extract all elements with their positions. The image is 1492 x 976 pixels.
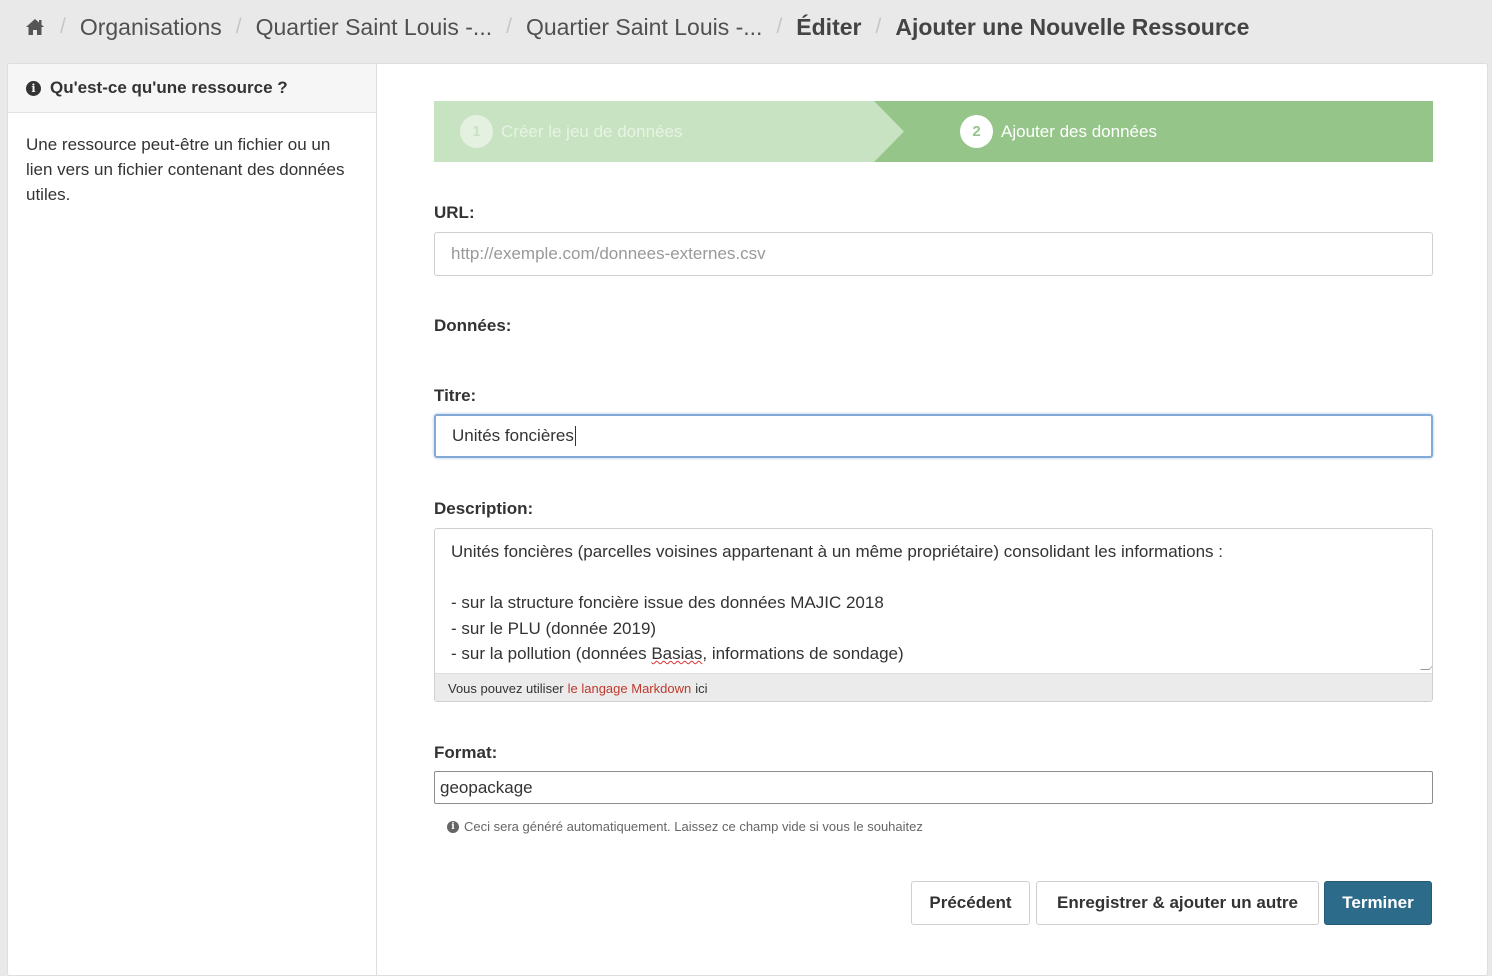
- format-hint-text: Ceci sera généré automatiquement. Laisse…: [464, 819, 923, 834]
- stage-create-dataset[interactable]: 1 Créer le jeu de données: [434, 101, 904, 162]
- stage-add-data: 2 Ajouter des données: [960, 101, 1157, 162]
- description-label: Description:: [434, 499, 534, 518]
- resize-handle[interactable]: [1420, 661, 1432, 670]
- title-input[interactable]: Unités foncières: [434, 414, 1433, 458]
- description-line: - sur la pollution (données Basias, info…: [451, 641, 1416, 667]
- sidebar: i Qu'est-ce qu'une ressource ? Une resso…: [8, 64, 377, 975]
- url-label: URL:: [434, 203, 475, 222]
- data-label: Données:: [434, 316, 512, 335]
- sidebar-description: Une ressource peut-être un fichier ou un…: [26, 135, 345, 204]
- format-input[interactable]: geopackage: [434, 771, 1433, 804]
- stage-label: Ajouter des données: [1001, 121, 1157, 141]
- breadcrumb: / Organisations / Quartier Saint Louis -…: [0, 0, 1492, 54]
- markdown-help-text: Vous pouvez utiliser: [448, 681, 564, 696]
- stage-label: Créer le jeu de données: [501, 121, 683, 141]
- misspelled-word: Basias: [651, 644, 703, 663]
- description-text: , informations de sondage): [702, 644, 904, 663]
- title-label: Titre:: [434, 386, 477, 405]
- description-line: [451, 565, 1416, 591]
- description-text: - sur la pollution (données: [451, 644, 652, 663]
- format-label: Format:: [434, 743, 498, 762]
- stage-indicator: 1 Créer le jeu de données 2 Ajouter des …: [434, 101, 1433, 162]
- save-and-add-button[interactable]: Enregistrer & ajouter un autre: [1036, 881, 1319, 925]
- previous-button[interactable]: Précédent: [911, 881, 1030, 925]
- breadcrumb-current: Ajouter une Nouvelle Ressource: [895, 13, 1250, 40]
- breadcrumb-organisation[interactable]: Quartier Saint Louis -...: [256, 14, 493, 41]
- markdown-help: Vous pouvez utiliser le langage Markdown…: [435, 673, 1432, 701]
- info-icon: i: [447, 820, 459, 833]
- breadcrumb-separator: /: [506, 15, 512, 38]
- format-hint: i Ceci sera généré automatiquement. Lais…: [447, 819, 923, 834]
- description-line: - sur la structure foncière issue des do…: [451, 593, 884, 612]
- breadcrumb-dataset[interactable]: Quartier Saint Louis -...: [526, 14, 763, 41]
- finish-button[interactable]: Terminer: [1324, 881, 1432, 925]
- breadcrumb-organisations[interactable]: Organisations: [80, 14, 222, 41]
- resource-form: 1 Créer le jeu de données 2 Ajouter des …: [434, 64, 1433, 975]
- stage-number: 2: [960, 115, 993, 148]
- sidebar-heading-text: Qu'est-ce qu'une ressource ?: [50, 78, 288, 97]
- breadcrumb-separator: /: [60, 15, 66, 38]
- home-icon[interactable]: [24, 16, 46, 38]
- info-icon: i: [26, 80, 41, 96]
- content-panel: i Qu'est-ce qu'une ressource ? Une resso…: [7, 63, 1488, 976]
- markdown-help-text: ici: [695, 681, 708, 696]
- breadcrumb-separator: /: [875, 15, 882, 38]
- markdown-link[interactable]: le langage Markdown: [568, 681, 692, 696]
- breadcrumb-separator: /: [235, 15, 242, 38]
- format-value: geopackage: [440, 777, 533, 797]
- description-textarea[interactable]: Unités foncières (parcelles voisines app…: [435, 529, 1432, 673]
- description-line: - sur le PLU (donnée 2019): [451, 618, 657, 638]
- description-field: Unités foncières (parcelles voisines app…: [434, 528, 1433, 702]
- breadcrumb-edit[interactable]: Éditer: [796, 14, 861, 41]
- title-value: Unités foncières: [452, 426, 574, 445]
- description-line: Unités foncières (parcelles voisines app…: [451, 542, 1223, 561]
- url-input[interactable]: [434, 232, 1433, 276]
- sidebar-heading: i Qu'est-ce qu'une ressource ?: [8, 64, 376, 113]
- stage-number: 1: [460, 115, 493, 148]
- breadcrumb-separator: /: [776, 15, 783, 38]
- text-caret: [574, 426, 576, 446]
